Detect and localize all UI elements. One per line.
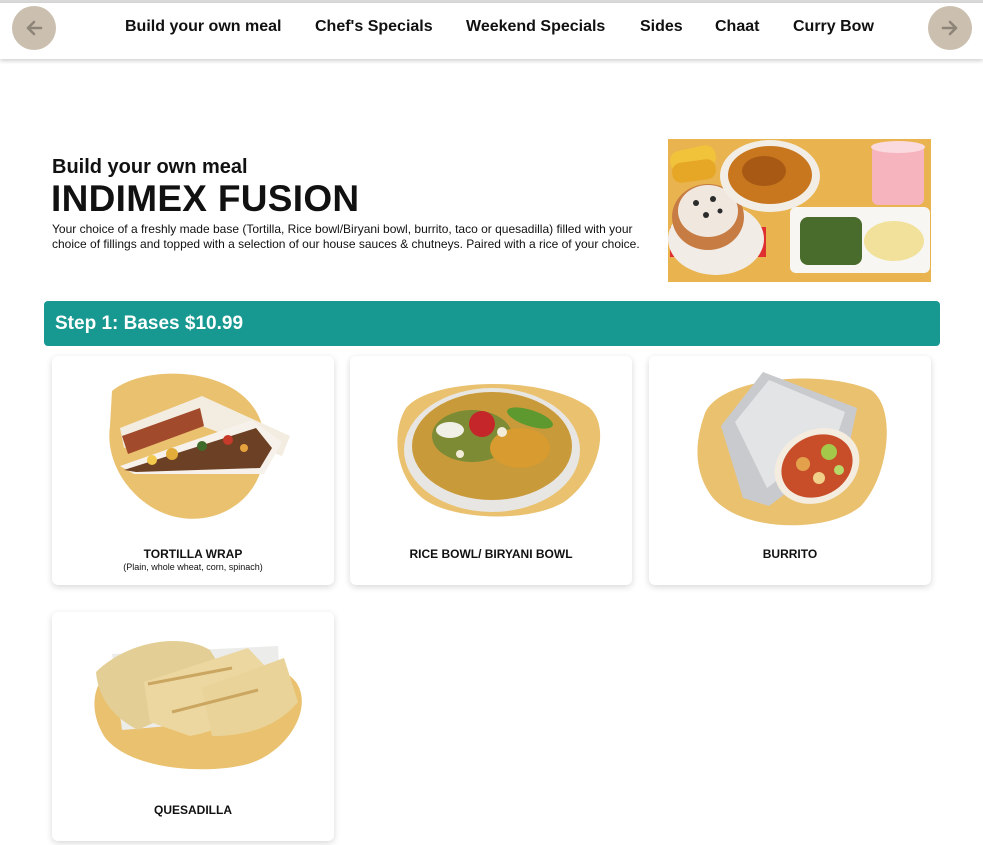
step-banner: Step 1: Bases $10.99	[44, 301, 940, 346]
base-card-quesadilla[interactable]: QUESADILLA	[52, 612, 334, 841]
page-description: Your choice of a freshly made base (Tort…	[52, 222, 640, 251]
nav-prev-button[interactable]	[12, 6, 56, 50]
base-subtext: (Plain, whole wheat, corn, spinach)	[123, 562, 263, 572]
page-title: INDIMEX FUSION	[51, 178, 360, 219]
step-title: Step 1: Bases $10.99	[55, 313, 244, 334]
hero-food-image	[668, 139, 931, 282]
tab-chaat[interactable]: Chaat	[715, 18, 759, 36]
arrow-right-icon	[941, 20, 958, 36]
tab-chefs-specials[interactable]: Chef's Specials	[315, 18, 433, 36]
page-subtitle: Build your own meal	[52, 156, 248, 178]
base-card-tortilla-wrap[interactable]: TORTILLA WRAP (Plain, whole wheat, corn,…	[52, 356, 334, 585]
category-nav: Build your own meal Chef's Specials Week…	[0, 3, 983, 59]
base-card-rice-bowl[interactable]: RICE BOWL/ BIRYANI BOWL	[350, 356, 632, 585]
tab-weekend-specials[interactable]: Weekend Specials	[466, 18, 605, 36]
base-name: BURRITO	[762, 547, 818, 561]
tab-build-your-own-meal[interactable]: Build your own meal	[125, 18, 281, 36]
tab-sides[interactable]: Sides	[640, 18, 683, 36]
base-card-burrito[interactable]: BURRITO	[649, 356, 931, 585]
base-name: RICE BOWL/ BIRYANI BOWL	[409, 547, 573, 561]
nav-next-button[interactable]	[928, 6, 972, 50]
base-name: QUESADILLA	[154, 803, 232, 817]
base-name: TORTILLA WRAP	[143, 547, 243, 561]
tab-curry-bowl[interactable]: Curry Bow	[793, 18, 874, 36]
arrow-left-icon	[26, 20, 43, 36]
